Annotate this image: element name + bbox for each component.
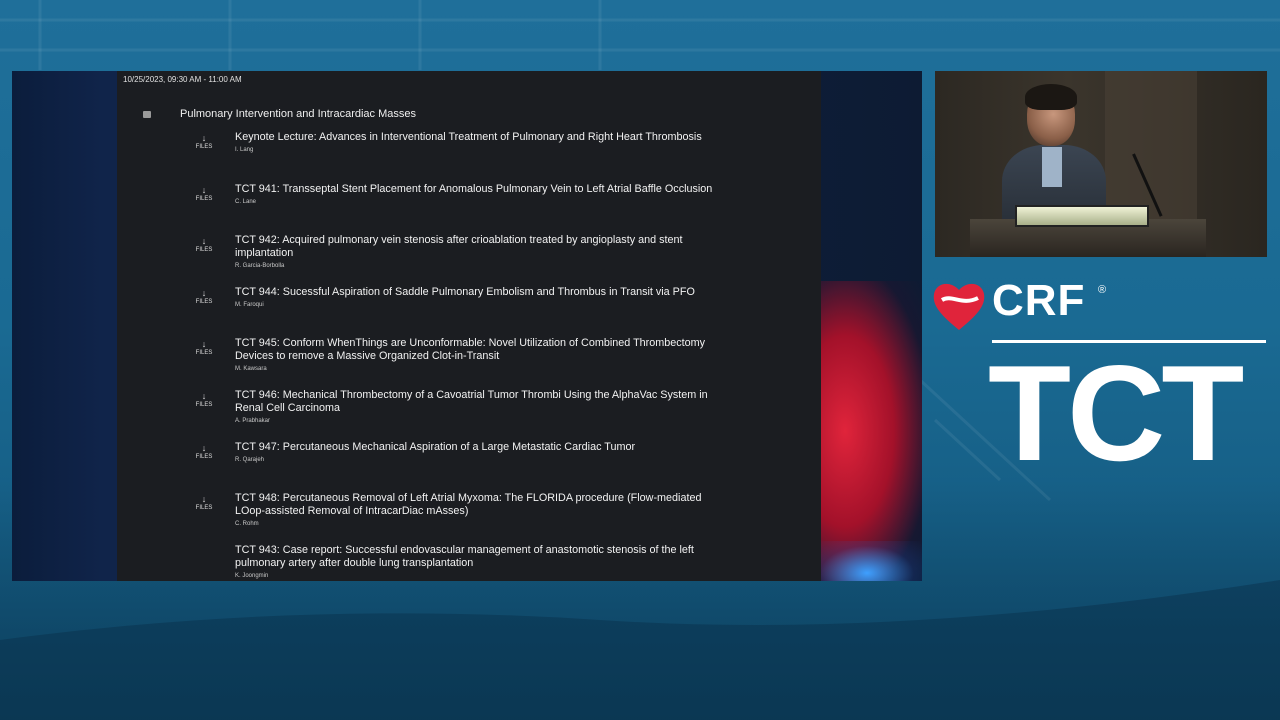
presentation-title-link[interactable]: TCT 944: Sucessful Aspiration of Saddle … — [235, 286, 715, 299]
presentation-title-link[interactable]: TCT 947: Percutaneous Mechanical Aspirat… — [235, 441, 715, 454]
list-item: ↓ FILES TCT 941: Transseptal Stent Placeme… — [117, 183, 821, 235]
presentation-title-link[interactable]: TCT 941: Transseptal Stent Placement for… — [235, 183, 715, 196]
presenter-name: C. Rohm — [235, 521, 259, 528]
tct-wordmark: TCT — [988, 337, 1244, 489]
list-item: ↓ FILES TCT 948: Percutaneous Removal of L… — [117, 492, 821, 544]
list-item: ↓ FILES TCT 944: Sucessful Aspiration of S… — [117, 286, 821, 338]
presentation-title-link[interactable]: Keynote Lecture: Advances in Interventio… — [235, 131, 715, 144]
presenter-name: M. Faroqui — [235, 301, 264, 308]
list-item: ↓ FILES Keynote Lecture: Advances in Inter… — [117, 131, 821, 183]
presentation-list: ↓ FILES Keynote Lecture: Advances in Inter… — [117, 131, 821, 581]
session-title: Pulmonary Intervention and Intracardiac … — [180, 108, 417, 120]
files-label: FILES — [195, 350, 213, 357]
presenter-name: C. Lane — [235, 198, 257, 205]
files-label: FILES — [195, 505, 213, 512]
download-arrow-icon: ↓ — [201, 133, 207, 143]
files-label: FILES — [195, 401, 213, 408]
download-arrow-icon: ↓ — [201, 442, 207, 453]
presenter-name: M. Kawsara — [235, 366, 267, 373]
heart-logo-icon — [933, 283, 985, 330]
heart-illustration — [812, 281, 922, 581]
list-item: ↓ FILES TCT 942: Acquired pulmonary vein s… — [117, 234, 821, 286]
files-download-button[interactable]: ↓ FILES — [189, 134, 219, 152]
files-download-button[interactable]: ↓ FILES — [189, 495, 219, 513]
download-arrow-icon: ↓ — [201, 236, 207, 247]
presenter-name: K. Joongmin — [235, 572, 269, 579]
calendar-icon — [143, 110, 151, 118]
vessel-illustration — [812, 541, 922, 581]
presentation-title-link[interactable]: TCT 943: Case report: Successful endovas… — [235, 544, 715, 570]
list-item: ↓ FILES TCT 947: Percutaneous Mechanical A… — [117, 441, 821, 493]
files-label: FILES — [195, 195, 213, 202]
presentation-title-link[interactable]: TCT 948: Percutaneous Removal of Left At… — [235, 492, 715, 518]
download-arrow-icon: ↓ — [201, 184, 207, 195]
files-download-button[interactable]: ↓ FILES — [189, 340, 219, 358]
files-download-button[interactable]: ↓ FILES — [189, 184, 219, 204]
list-item: TCT 943: Case report: Successful endovas… — [117, 544, 821, 581]
registered-mark: ® — [1098, 284, 1107, 296]
crf-wordmark: CRF — [992, 276, 1086, 325]
presenter-name: A. Prabhakar — [235, 417, 271, 424]
presenter-name: R. Garcia-Borbolla — [235, 263, 285, 270]
list-item: ↓ FILES TCT 945: Conform WhenThings are Un… — [117, 337, 821, 389]
files-label: FILES — [195, 247, 213, 254]
presentation-title-link[interactable]: TCT 942: Acquired pulmonary vein stenosi… — [235, 234, 715, 260]
list-item: ↓ FILES TCT 946: Mechanical Thrombectomy o… — [117, 389, 821, 441]
presenter-name: I. Lang — [235, 147, 254, 153]
files-download-button[interactable]: ↓ FILES — [189, 390, 219, 410]
speaker-video — [935, 71, 1267, 257]
download-arrow-icon: ↓ — [201, 339, 207, 350]
laptop — [1015, 205, 1149, 227]
crf-tct-logo: CRF ® TCT — [930, 276, 1270, 488]
files-download-button[interactable]: ↓ FILES — [189, 237, 219, 255]
download-arrow-icon: ↓ — [201, 494, 207, 505]
presentation-title-link[interactable]: TCT 945: Conform WhenThings are Unconfor… — [235, 337, 715, 363]
presenter-name: R. Qarajeh — [235, 456, 265, 463]
session-datetime: 10/25/2023, 09:30 AM - 11:00 AM — [123, 75, 242, 84]
files-label: FILES — [195, 298, 213, 305]
presentation-slide: 10/25/2023, 09:30 AM - 11:00 AM Pulmonar… — [12, 71, 922, 581]
download-arrow-icon: ↓ — [201, 390, 207, 401]
download-arrow-icon: ↓ — [201, 287, 207, 298]
session-header: Pulmonary Intervention and Intracardiac … — [143, 108, 416, 120]
files-download-button[interactable]: ↓ FILES — [189, 287, 219, 307]
files-download-button[interactable]: ↓ FILES — [189, 442, 219, 462]
files-label: FILES — [195, 144, 213, 150]
presentation-title-link[interactable]: TCT 946: Mechanical Thrombectomy of a Ca… — [235, 389, 715, 415]
session-panel: 10/25/2023, 09:30 AM - 11:00 AM Pulmonar… — [117, 71, 821, 581]
files-label: FILES — [195, 453, 213, 460]
